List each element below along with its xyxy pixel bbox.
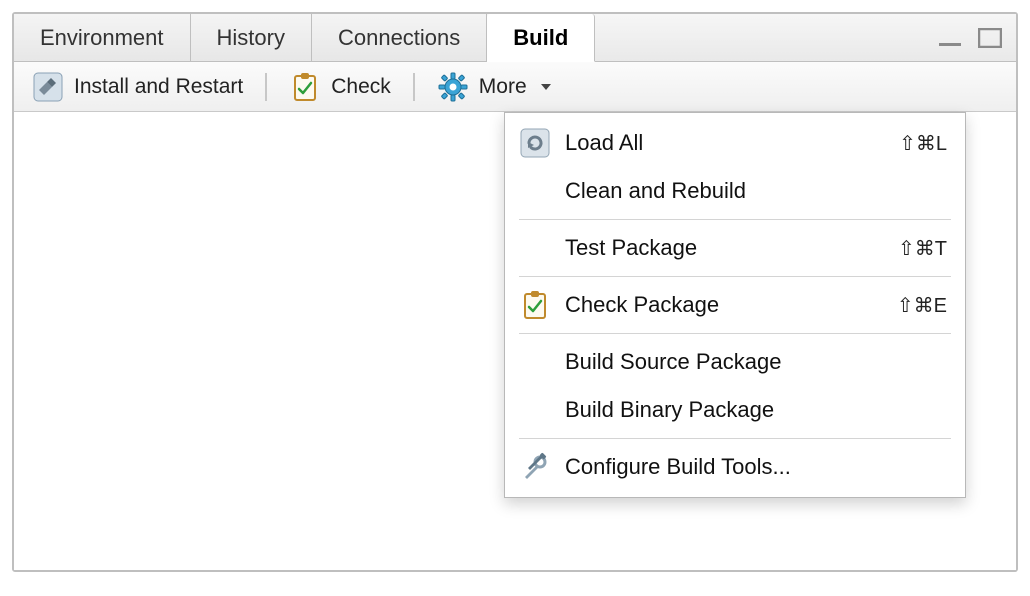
build-toolbar: Install and Restart Check: [14, 62, 1016, 112]
menu-item-configure[interactable]: Configure Build Tools...: [505, 443, 965, 491]
install-restart-button[interactable]: Install and Restart: [22, 67, 253, 107]
menu-item-shortcut: ⇧⌘E: [897, 293, 947, 318]
menu-item-test-package[interactable]: Test Package ⇧⌘T: [505, 224, 965, 272]
menu-item-label: Test Package: [565, 235, 884, 261]
clipboard-check-icon: [519, 289, 551, 321]
menu-item-build-binary[interactable]: Build Binary Package: [505, 386, 965, 434]
tab-connections[interactable]: Connections: [312, 14, 487, 61]
menu-separator: [519, 219, 951, 220]
menu-item-clean-rebuild[interactable]: Clean and Rebuild: [505, 167, 965, 215]
toolbar-button-label: More: [479, 75, 527, 99]
menu-item-build-source[interactable]: Build Source Package: [505, 338, 965, 386]
clipboard-check-icon: [289, 71, 321, 103]
hammer-icon: [32, 71, 64, 103]
menu-item-label: Build Binary Package: [565, 397, 947, 423]
blank-icon: [519, 232, 551, 264]
tab-history[interactable]: History: [191, 14, 312, 61]
menu-item-check-package[interactable]: Check Package ⇧⌘E: [505, 281, 965, 329]
menu-item-label: Clean and Rebuild: [565, 178, 947, 204]
menu-item-load-all[interactable]: Load All ⇧⌘L: [505, 119, 965, 167]
toolbar-button-label: Check: [331, 75, 391, 99]
tab-label: Environment: [40, 25, 164, 51]
refresh-icon: [519, 127, 551, 159]
tab-build[interactable]: Build: [487, 14, 595, 62]
maximize-icon[interactable]: [976, 28, 1004, 48]
tab-label: Build: [513, 25, 568, 51]
menu-item-shortcut: ⇧⌘L: [899, 131, 947, 156]
build-panel: Environment History Connections Build: [12, 12, 1018, 572]
more-button[interactable]: More: [427, 67, 561, 107]
tools-icon: [519, 451, 551, 483]
menu-separator: [519, 438, 951, 439]
minimize-icon[interactable]: [938, 28, 966, 48]
blank-icon: [519, 175, 551, 207]
menu-item-label: Check Package: [565, 292, 883, 318]
tab-bar: Environment History Connections Build: [14, 14, 1016, 62]
window-controls: [938, 14, 1016, 61]
more-dropdown-menu: Load All ⇧⌘L Clean and Rebuild Test Pack…: [504, 112, 966, 498]
menu-item-label: Build Source Package: [565, 349, 947, 375]
menu-item-label: Load All: [565, 130, 885, 156]
tab-label: History: [217, 25, 285, 51]
menu-item-shortcut: ⇧⌘T: [898, 236, 947, 261]
tab-environment[interactable]: Environment: [14, 14, 191, 61]
menu-item-label: Configure Build Tools...: [565, 454, 947, 480]
menu-separator: [519, 276, 951, 277]
menu-separator: [519, 333, 951, 334]
tab-label: Connections: [338, 25, 460, 51]
blank-icon: [519, 394, 551, 426]
toolbar-button-label: Install and Restart: [74, 75, 243, 99]
toolbar-separator: [413, 73, 415, 101]
toolbar-separator: [265, 73, 267, 101]
gear-icon: [437, 71, 469, 103]
check-button[interactable]: Check: [279, 67, 401, 107]
chevron-down-icon: [541, 84, 551, 90]
build-content-area: Load All ⇧⌘L Clean and Rebuild Test Pack…: [14, 112, 1016, 570]
blank-icon: [519, 346, 551, 378]
